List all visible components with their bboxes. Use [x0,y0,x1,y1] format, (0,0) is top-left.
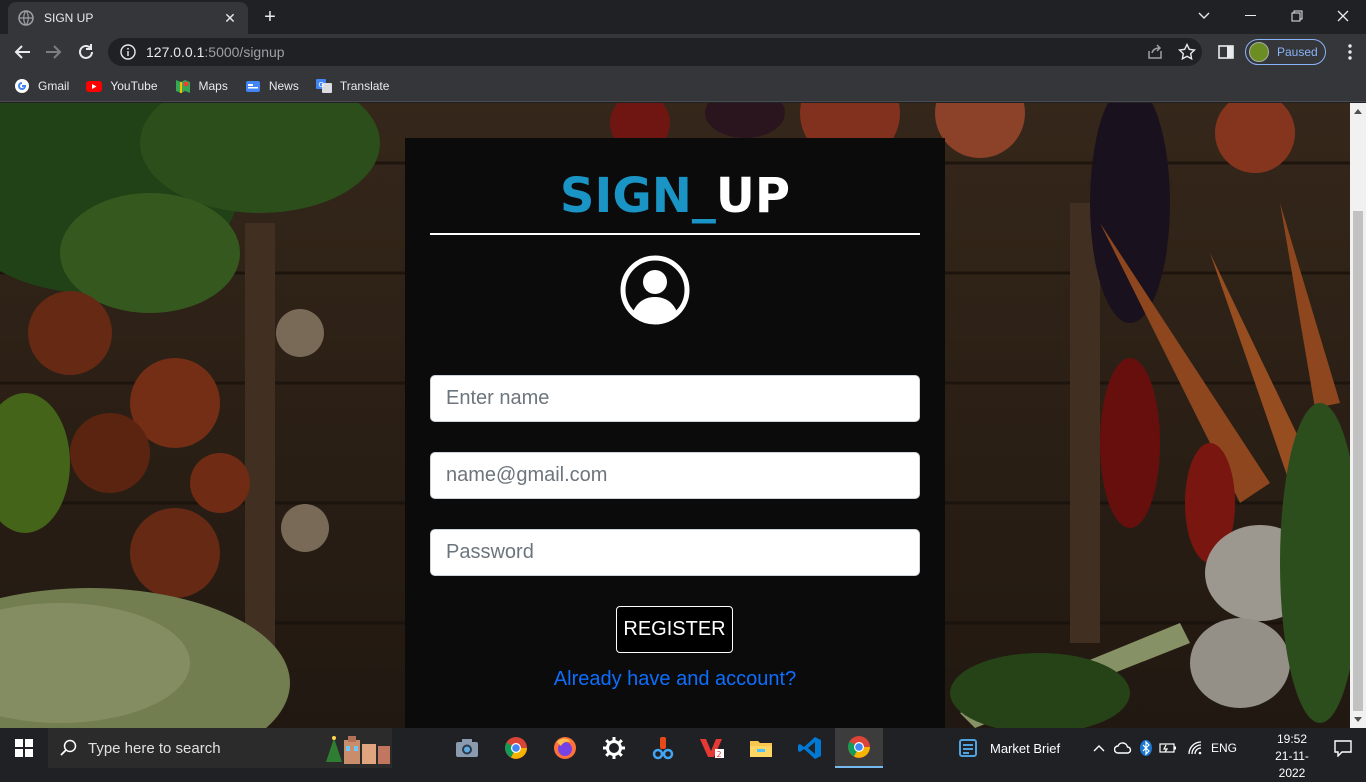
folder-icon [750,741,772,757]
clock-time: 19:52 [1276,732,1308,746]
widget-label: Market Brief [990,740,1061,756]
taskbar-chrome-active-app[interactable] [835,728,883,768]
svg-text:G: G [318,81,323,89]
taskbar-camera-app[interactable] [443,728,491,768]
windows-logo-icon [15,739,33,757]
tab-title: SIGN UP [44,11,94,25]
login-link[interactable]: Already have and account? [405,668,945,691]
bookmark-label: Translate [339,78,390,93]
bookmark-star-icon[interactable] [1177,42,1197,62]
tab-close-icon[interactable]: ✕ [222,10,238,26]
wifi-icon[interactable] [1184,728,1206,768]
start-button[interactable] [0,728,48,768]
reload-icon[interactable] [74,40,98,64]
address-bar[interactable]: 127.0.0.1:5000/signup [108,38,1202,66]
bookmark-label: News [268,78,299,93]
more-menu-icon[interactable] [1343,42,1357,62]
site-info-icon[interactable] [120,44,136,60]
restore-icon[interactable] [1274,0,1320,32]
chrome-icon [848,736,870,758]
bookmark-gmail[interactable]: Gmail [14,78,69,94]
tab-strip: SIGN UP ✕ + [0,0,1366,34]
notification-center-icon[interactable] [1320,728,1366,768]
maps-icon [175,79,190,93]
taskbar-explorer-app[interactable] [737,728,785,768]
gear-icon [603,737,625,759]
share-icon[interactable] [1145,42,1165,62]
bookmark-label: Gmail [38,78,70,93]
minimize-icon[interactable] [1228,0,1274,32]
password-input[interactable] [430,529,920,576]
bookmark-label: Maps [198,78,228,93]
vscode-icon [798,737,821,759]
title-part-sign: SIGN_ [559,168,716,224]
firefox-icon [554,737,576,759]
search-icon [60,739,77,756]
youtube-icon [86,80,103,92]
language-indicator[interactable]: ENG [1208,728,1240,768]
bookmark-news[interactable]: News [245,78,299,94]
taskbar-v2-app[interactable]: 2 [688,728,736,768]
tab-search-icon[interactable] [1181,0,1227,32]
scroll-thumb[interactable] [1353,211,1363,711]
user-circle-icon [620,255,690,325]
search-placeholder: Type here to search [88,739,221,757]
page-scrollbar[interactable] [1350,103,1366,728]
bookmark-maps[interactable]: Maps [175,78,228,94]
bluetooth-icon[interactable] [1138,728,1154,768]
browser-tab[interactable]: SIGN UP ✕ [8,2,248,34]
url-host: 127.0.0.1 [146,44,205,60]
name-input[interactable] [430,375,920,422]
taskbar-search-box[interactable]: Type here to search [48,728,392,768]
email-input[interactable] [430,452,920,499]
register-button[interactable]: REGISTER [616,606,733,653]
translate-icon: G [315,78,332,93]
search-highlight-illustration-icon [326,736,390,764]
url-text: 127.0.0.1:5000/signup [146,44,285,60]
page-viewport: SIGN_UP REGISTER Already have and accoun… [0,103,1350,728]
bookmark-label: YouTube [110,78,158,93]
show-hidden-icons-icon[interactable] [1090,728,1108,768]
market-brief-widget[interactable]: Market Brief [958,728,1060,768]
scroll-down-icon[interactable] [1354,717,1362,722]
scissors-icon [652,737,674,760]
news-icon [245,80,260,92]
clock-date: 21-11-2022 [1275,749,1309,780]
page-title: SIGN_UP [405,168,945,224]
title-divider [430,233,920,235]
taskbar-clock[interactable]: 19:52 21-11-2022 [1262,731,1322,782]
svg-text:2: 2 [717,750,722,759]
taskbar-settings-app[interactable] [590,728,638,768]
battery-icon[interactable] [1158,728,1178,768]
taskbar-snipping-app[interactable] [639,728,687,768]
taskbar-vscode-app[interactable] [786,728,834,768]
onedrive-icon[interactable] [1112,728,1134,768]
back-icon[interactable] [10,40,34,64]
profile-button[interactable]: Paused [1245,39,1326,65]
taskbar-chrome-app[interactable] [492,728,540,768]
gmail-icon [15,78,29,93]
v-app-icon: 2 [700,739,724,759]
bookmark-youtube[interactable]: YouTube [86,78,158,94]
scroll-up-icon[interactable] [1354,109,1362,114]
title-part-up: UP [715,168,791,224]
camera-icon [456,739,478,757]
windows-taskbar: Type here to search 2 Market Brief ENG 1… [0,728,1366,780]
url-path: :5000/signup [204,44,285,60]
forward-icon[interactable] [42,40,66,64]
avatar [1249,42,1269,62]
signup-card: SIGN_UP REGISTER Already have and accoun… [405,138,945,728]
close-window-icon[interactable] [1320,0,1366,32]
news-widget-icon [959,739,977,757]
bookmark-translate[interactable]: G Translate [315,78,390,94]
side-panel-icon[interactable] [1216,42,1236,62]
chrome-icon [505,737,527,759]
profile-status: Paused [1277,45,1318,59]
taskbar-firefox-app[interactable] [541,728,589,768]
globe-icon [18,10,34,26]
new-tab-icon[interactable]: + [259,6,281,28]
bookmarks-bar: Gmail YouTube Maps News G Translate [0,70,1366,102]
